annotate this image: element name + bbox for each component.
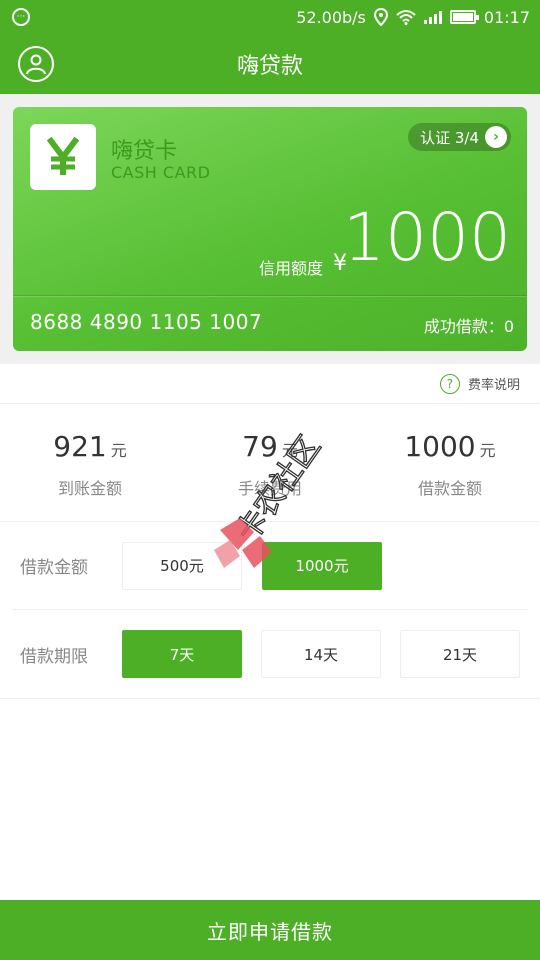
section-divider — [0, 698, 540, 699]
network-speed: 52.00b/s — [296, 7, 366, 27]
yen-logo-icon — [30, 124, 96, 190]
term-option-21[interactable]: 21天 — [400, 630, 520, 678]
amount-option-500[interactable]: 500元 — [122, 541, 242, 590]
yen-icon — [46, 137, 80, 175]
stat-loan-amount: 1000 元 借款金额 — [360, 404, 540, 521]
stat-value: 1000 — [404, 430, 476, 463]
term-label: 借款期限 — [20, 646, 88, 667]
amount-label: 借款金额 — [20, 558, 88, 578]
stat-fee: 79 元 手续费用 — [180, 404, 360, 521]
app-header: 嗨贷款 — [0, 34, 540, 94]
auth-label: 认证 3/4 — [420, 128, 479, 147]
stat-received-amount: 921 元 到账金额 — [0, 404, 180, 521]
location-icon — [373, 8, 388, 26]
success-loans-count: 成功借款：0 — [423, 317, 514, 336]
chevron-right-icon: › — [485, 126, 507, 148]
help-icon[interactable]: ? — [439, 373, 460, 394]
auth-progress-button[interactable]: 认证 3/4 › — [408, 123, 511, 151]
notification-icon: ··· — [12, 8, 30, 26]
card-name: 嗨贷卡 — [111, 139, 178, 164]
stat-value: 921 — [53, 430, 107, 463]
status-bar: ··· 52.00b/s 01:17 — [0, 0, 540, 34]
card-divider-highlight — [13, 296, 527, 297]
stat-label: 到账金额 — [57, 479, 122, 498]
cash-card[interactable]: 嗨贷卡 CASH CARD 认证 3/4 › 信用额度 ¥ 1000 8688 … — [13, 107, 527, 351]
status-right: 52.00b/s 01:17 — [296, 8, 530, 27]
stat-label: 手续费用 — [237, 479, 302, 498]
term-option-14[interactable]: 14天 — [261, 630, 381, 678]
signal-icon — [423, 11, 442, 24]
amount-option-1000[interactable]: 1000元 — [262, 541, 382, 590]
card-subtitle: CASH CARD — [111, 163, 211, 182]
stat-unit: 元 — [281, 441, 298, 460]
battery-icon — [449, 10, 479, 24]
term-option-7[interactable]: 7天 — [122, 630, 242, 678]
card-number: 8688 4890 1105 1007 — [30, 310, 263, 334]
user-profile-button[interactable] — [18, 46, 54, 82]
apply-loan-button[interactable]: 立即申请借款 — [0, 900, 540, 960]
term-selector: 借款期限 7天 14天 21天 — [12, 610, 528, 698]
stat-unit: 元 — [110, 441, 127, 460]
stat-value: 79 — [242, 430, 278, 463]
page-title: 嗨贷款 — [236, 54, 303, 79]
loan-summary: 921 元 到账金额 79 元 手续费用 1000 元 借款金额 — [0, 404, 540, 522]
card-section: 嗨贷卡 CASH CARD 认证 3/4 › 信用额度 ¥ 1000 8688 … — [0, 94, 540, 364]
stat-unit: 元 — [479, 441, 496, 460]
wifi-icon — [396, 10, 416, 25]
user-icon — [26, 54, 46, 75]
amount-selector: 借款金额 500元 1000元 — [12, 522, 528, 610]
stat-label: 借款金额 — [417, 479, 482, 498]
credit-limit-value: 1000 — [343, 199, 511, 276]
rate-info-row: ? 费率说明 — [0, 364, 540, 404]
rate-explanation-link[interactable]: 费率说明 — [468, 374, 520, 393]
credit-limit-label: 信用额度 — [259, 259, 324, 278]
clock: 01:17 — [483, 7, 530, 27]
